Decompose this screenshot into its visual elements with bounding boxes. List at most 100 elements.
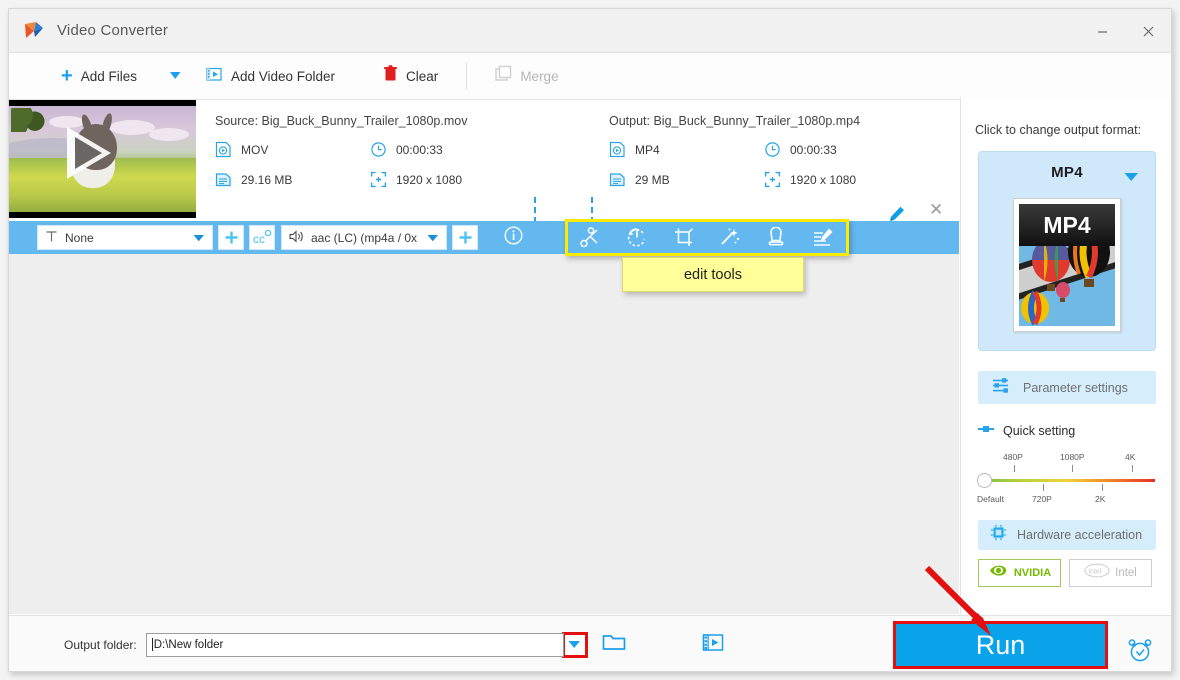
slider-tick-480p: 480P xyxy=(1003,452,1023,462)
effect-icon[interactable] xyxy=(717,226,743,250)
app-window: Video Converter + Add Files Add Video Fo… xyxy=(8,8,1172,672)
add-files-label: Add Files xyxy=(80,68,137,84)
slider-knob[interactable] xyxy=(977,473,992,488)
slider-tick-2k: 2K xyxy=(1095,494,1106,504)
source-resolution-value: 1920 x 1080 xyxy=(396,172,463,187)
add-video-folder-label: Add Video Folder xyxy=(230,68,336,84)
plus-icon: + xyxy=(61,65,73,87)
output-folder-label: Output folder: xyxy=(64,637,137,652)
thumbnail-cloud xyxy=(109,120,155,135)
source-resolution-row: 1920 x 1080 xyxy=(370,171,530,188)
quick-setting-label: Quick setting xyxy=(1003,424,1076,438)
intel-label: Intel xyxy=(1115,567,1137,579)
quality-slider[interactable]: 480P 1080P 4K Default 720P 2K xyxy=(977,452,1159,508)
quick-setting-icon xyxy=(977,422,995,440)
gpu-options: NVIDIA intel Intel xyxy=(978,559,1171,587)
app-title: Video Converter xyxy=(57,22,169,39)
add-subtitle-button[interactable] xyxy=(218,225,244,250)
resolution-icon xyxy=(370,171,387,188)
slider-tick-1080p: 1080P xyxy=(1060,452,1085,462)
subtitle-value: None xyxy=(65,230,94,245)
merge-label: Merge xyxy=(520,68,559,84)
format-dropdown-caret-icon[interactable] xyxy=(1124,169,1139,187)
open-converted-videos-button[interactable] xyxy=(702,632,726,658)
crop-icon[interactable] xyxy=(671,226,697,250)
output-duration-value: 00:00:33 xyxy=(790,142,837,157)
video-thumbnail[interactable] xyxy=(9,100,196,218)
video-folder-icon xyxy=(206,66,223,87)
add-files-dropdown-caret-icon[interactable] xyxy=(169,67,182,85)
toolbar-divider xyxy=(466,63,468,89)
hardware-acceleration-button[interactable]: Hardware acceleration xyxy=(978,520,1156,550)
output-filename: Output: Big_Buck_Bunny_Trailer_1080p.mp4 xyxy=(609,114,861,128)
format-thumbnail-band: MP4 xyxy=(1019,204,1115,246)
file-format-icon xyxy=(215,141,231,158)
parameter-settings-label: Parameter settings xyxy=(1023,380,1128,395)
audio-track-value: aac (LC) (mp4a / 0x xyxy=(311,230,418,245)
source-size-row: 29.16 MB xyxy=(215,171,370,188)
file-format-icon xyxy=(609,141,625,158)
source-duration-row: 00:00:33 xyxy=(370,141,530,158)
subtitle-select[interactable]: None xyxy=(37,225,213,250)
subtitle-icon xyxy=(45,230,58,246)
clock-icon xyxy=(371,142,386,157)
close-button[interactable] xyxy=(1125,9,1171,53)
rotate-icon[interactable] xyxy=(624,226,650,250)
output-folder-input[interactable]: D:\New folder xyxy=(145,632,564,657)
app-logo-icon xyxy=(23,20,45,42)
clear-button[interactable]: Clear xyxy=(373,53,448,99)
source-filename: Source: Big_Buck_Bunny_Trailer_1080p.mov xyxy=(215,114,468,128)
file-size-icon xyxy=(215,173,231,187)
source-size-value: 29.16 MB xyxy=(241,172,293,187)
schedule-alarm-button[interactable] xyxy=(1127,638,1153,668)
merge-icon xyxy=(495,65,512,87)
output-format-card[interactable]: MP4 MP4 xyxy=(978,151,1156,351)
add-audio-button[interactable] xyxy=(452,225,478,250)
file-size-icon xyxy=(609,173,625,187)
trash-icon xyxy=(383,65,398,87)
title-bar: Video Converter xyxy=(9,9,1171,53)
output-format-value: MP4 xyxy=(635,142,660,157)
minimize-button[interactable] xyxy=(1079,9,1125,53)
annotation-arrow-to-run xyxy=(921,564,1001,644)
subtitle-edit-icon[interactable] xyxy=(810,226,836,250)
merge-button[interactable]: Merge xyxy=(485,53,568,99)
output-format-panel: Click to change output format: MP4 MP4 P… xyxy=(960,97,1171,614)
browse-folder-button[interactable] xyxy=(602,632,626,657)
edit-tools-callout: edit tools xyxy=(622,257,804,292)
intel-toggle[interactable]: intel Intel xyxy=(1069,559,1152,587)
output-duration-row: 00:00:33 xyxy=(764,141,924,158)
audio-caret-icon[interactable] xyxy=(427,231,439,245)
clock-icon xyxy=(765,142,780,157)
remove-file-button[interactable]: ✕ xyxy=(929,200,943,220)
window-controls xyxy=(1079,9,1171,53)
svg-text:cc: cc xyxy=(253,232,265,246)
closed-caption-button[interactable]: cc xyxy=(249,225,275,250)
slider-tickmark xyxy=(1072,465,1073,472)
output-folder-value: D:\New folder xyxy=(153,638,224,651)
format-prompt-label: Click to change output format: xyxy=(975,123,1142,137)
cut-icon[interactable] xyxy=(578,226,604,250)
play-overlay-inner xyxy=(75,137,102,169)
cpu-chip-icon xyxy=(990,524,1007,546)
slider-tickmark xyxy=(1102,484,1103,491)
subtitle-caret-icon[interactable] xyxy=(193,231,205,245)
slider-track[interactable] xyxy=(983,479,1155,482)
format-thumbnail: MP4 xyxy=(1013,198,1121,332)
output-folder-dropdown-button[interactable] xyxy=(561,631,588,658)
source-duration-value: 00:00:33 xyxy=(396,142,443,157)
add-video-folder-button[interactable]: Add Video Folder xyxy=(196,53,345,99)
watermark-icon[interactable] xyxy=(763,226,789,250)
add-files-button[interactable]: + Add Files xyxy=(51,53,147,99)
edit-tools-group xyxy=(565,219,849,256)
intel-logo-icon: intel xyxy=(1084,563,1110,583)
media-info-button[interactable] xyxy=(504,226,523,250)
quick-setting-header: Quick setting xyxy=(977,422,1171,440)
output-info: Output: Big_Buck_Bunny_Trailer_1080p.mp4… xyxy=(609,100,939,218)
audio-track-select[interactable]: aac (LC) (mp4a / 0x xyxy=(281,225,447,250)
slider-tickmark xyxy=(1132,465,1133,472)
parameter-settings-button[interactable]: Parameter settings xyxy=(978,371,1156,404)
text-caret xyxy=(151,638,153,651)
source-format-row: MOV xyxy=(215,141,370,158)
output-size-value: 29 MB xyxy=(635,172,670,187)
